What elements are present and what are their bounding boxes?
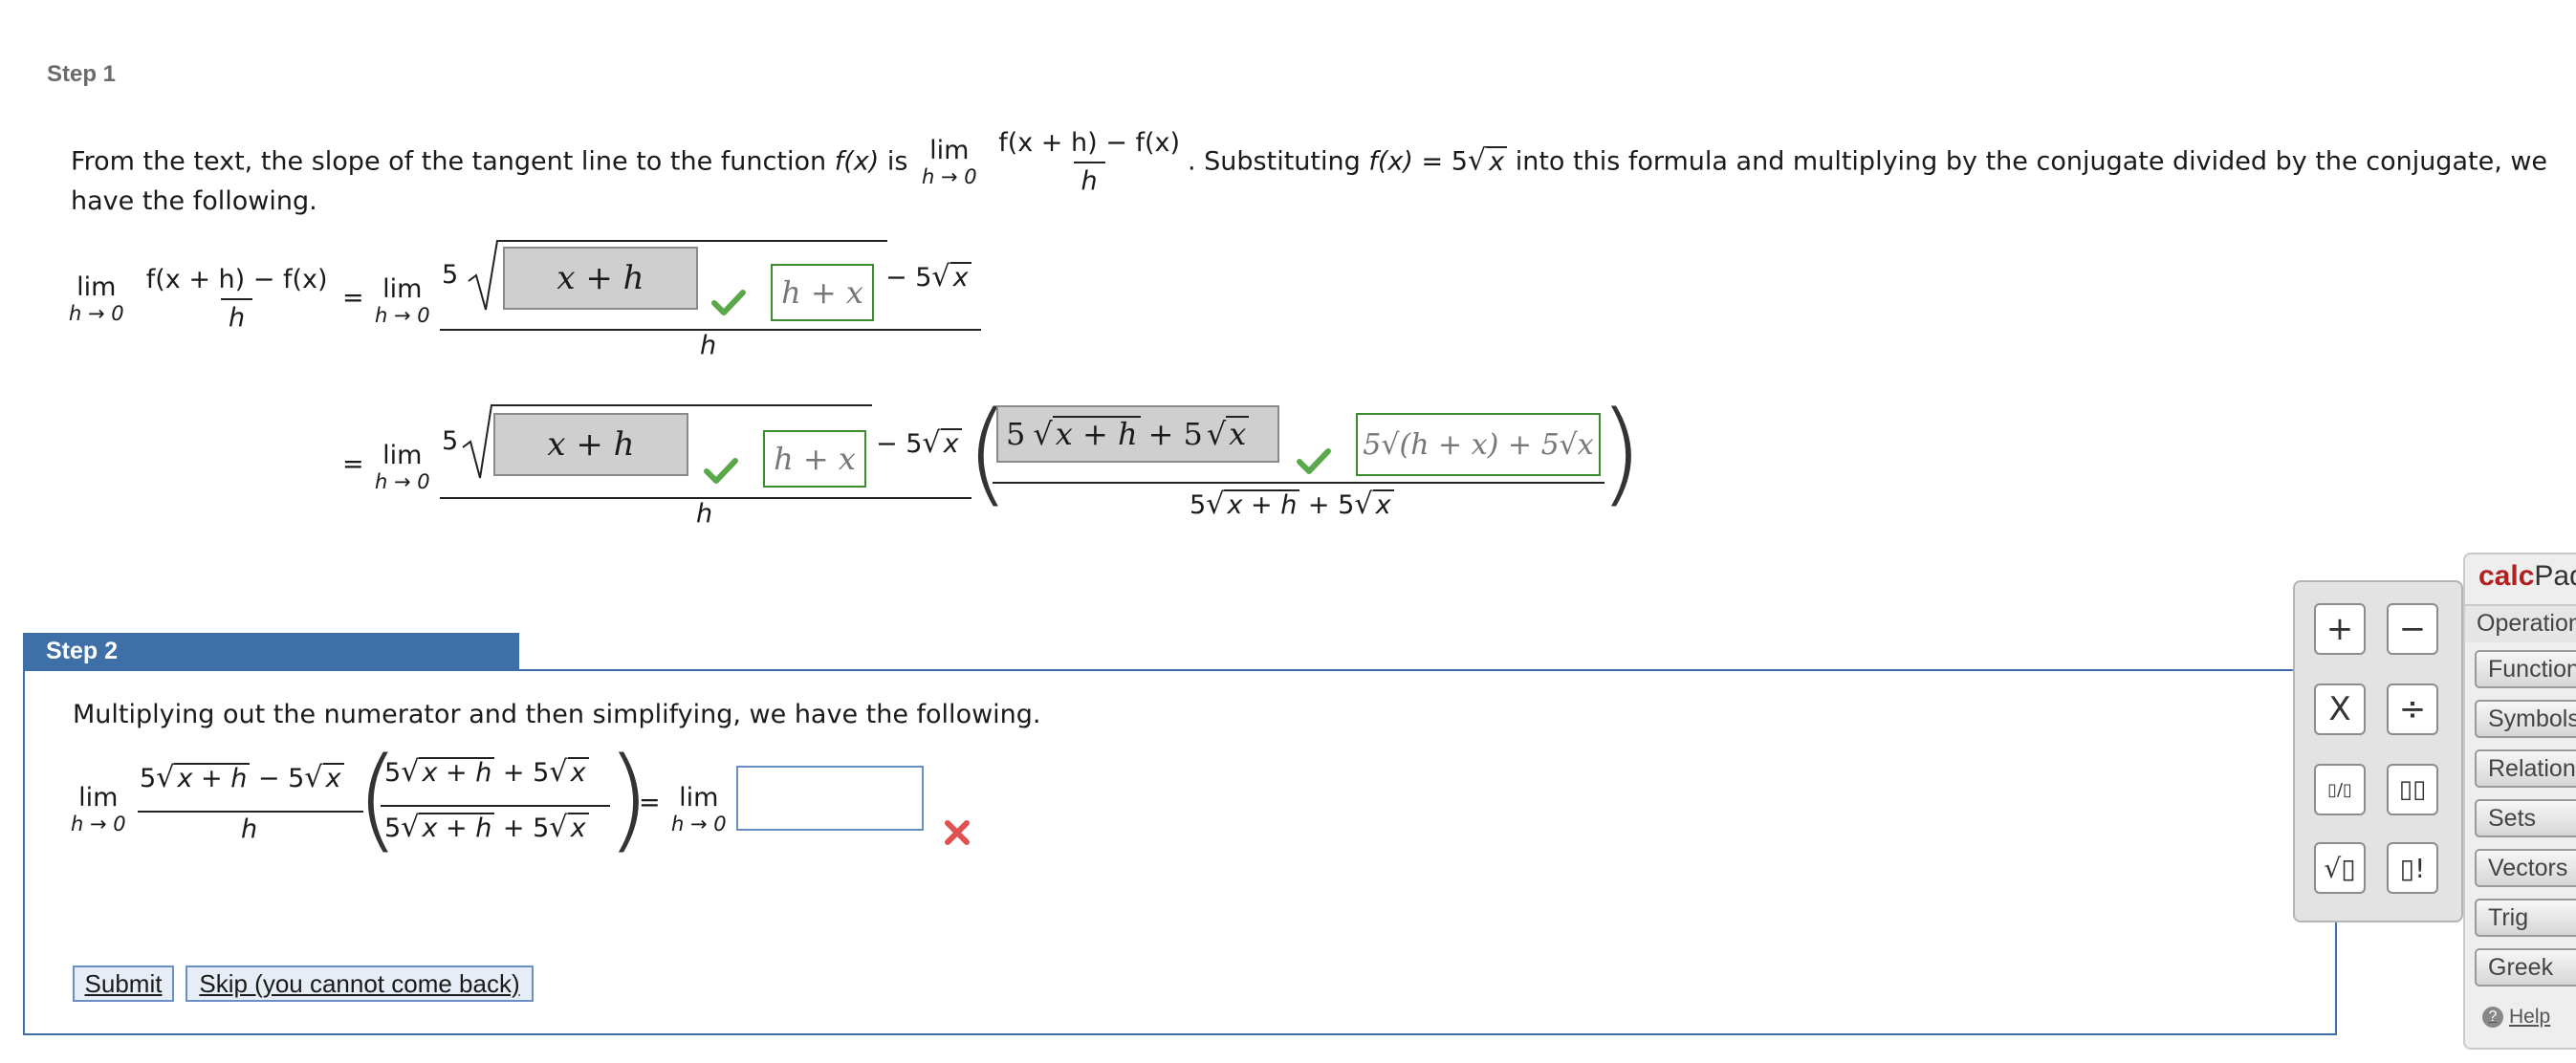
eq2-coef: 5 bbox=[442, 426, 459, 456]
calcpad-tab-functions[interactable]: Functions bbox=[2475, 650, 2576, 688]
eq2-entered-answer: h + x bbox=[763, 430, 866, 488]
right-paren: ) bbox=[1599, 386, 1644, 518]
eq1-minus-term: − 5√ x bbox=[885, 260, 971, 293]
calcpad-tab-greek[interactable]: Greek bbox=[2475, 948, 2576, 987]
eq1-entered-answer: h + x bbox=[771, 264, 874, 321]
step2-denominator: h bbox=[241, 814, 258, 844]
step2-rhs-limit: lim h → 0 bbox=[671, 783, 727, 836]
eq1-coef: 5 bbox=[442, 260, 459, 290]
calcpad-tab-trig[interactable]: Trig bbox=[2475, 899, 2576, 937]
eq2-denominator: h bbox=[696, 499, 713, 529]
eq1-equals: = bbox=[342, 283, 364, 313]
minus-key[interactable]: − bbox=[2387, 603, 2438, 655]
difference-quotient: f(x + h) − f(x) h bbox=[145, 265, 328, 333]
difference-quotient: f(x + h) − f(x) h bbox=[998, 128, 1180, 196]
intro-text-is: is bbox=[879, 146, 916, 177]
step2-instruction: Multiplying out the numerator and then s… bbox=[73, 700, 1041, 729]
math-keypad: + − X ÷ ▯/▯ ▯▯ √▯ ▯! bbox=[2293, 580, 2463, 922]
function-fx: f(x) bbox=[834, 146, 880, 177]
calcpad-tab-operations[interactable]: Operations bbox=[2465, 604, 2576, 642]
factorial-key[interactable]: ▯! bbox=[2387, 842, 2438, 894]
submit-button[interactable]: Submit bbox=[73, 965, 174, 1002]
step1-label: Step 1 bbox=[47, 61, 117, 87]
step1-intro: From the text, the slope of the tangent … bbox=[71, 128, 2548, 196]
eq2-minus-term: − 5√ x bbox=[876, 426, 962, 460]
limit-symbol: lim h → 0 bbox=[921, 136, 977, 189]
conjugate-fraction-bar bbox=[993, 482, 1605, 484]
calcpad-panel: calcPad Operations Functions Symbols Rel… bbox=[2463, 553, 2576, 1050]
eq1-denominator: h bbox=[700, 331, 717, 360]
step2-conj-fraction-bar bbox=[381, 805, 610, 807]
eq2-answer-box[interactable]: x + h bbox=[493, 413, 688, 476]
calcpad-logo: calcPad bbox=[2478, 560, 2576, 592]
eq1-limit: lim h → 0 bbox=[375, 274, 430, 328]
step2-fraction-bar bbox=[138, 811, 363, 813]
fraction-key[interactable]: ▯/▯ bbox=[2314, 764, 2366, 815]
divide-key[interactable]: ÷ bbox=[2387, 683, 2438, 735]
calcpad-tab-sets[interactable]: Sets bbox=[2475, 799, 2576, 837]
calcpad-help-link[interactable]: ? Help bbox=[2482, 1006, 2550, 1029]
eq1-lhs: lim h → 0 f(x + h) − f(x) h bbox=[69, 264, 336, 335]
step2-numerator: 5√ x + h − 5√ x bbox=[140, 761, 344, 794]
eq2-equals: = bbox=[342, 449, 364, 479]
equals-five: = 5 bbox=[1412, 146, 1468, 177]
conjugate-answer-box[interactable]: 5 √ x + h + 5 √ x bbox=[996, 405, 1279, 463]
intro-line-2: have the following. bbox=[71, 186, 317, 216]
check-icon bbox=[704, 458, 738, 484]
multiply-key[interactable]: X bbox=[2314, 683, 2366, 735]
intro-text-3: into this formula and multiplying by the… bbox=[1507, 146, 2548, 177]
exponent-key[interactable]: ▯▯ bbox=[2387, 764, 2438, 815]
incorrect-x-icon bbox=[945, 820, 970, 845]
step2-equals: = bbox=[639, 788, 661, 817]
calcpad-tab-vectors[interactable]: Vectors bbox=[2475, 849, 2576, 887]
help-icon: ? bbox=[2482, 1007, 2503, 1028]
skip-button[interactable]: Skip (you cannot come back) bbox=[186, 965, 534, 1002]
step2-answer-input[interactable] bbox=[736, 766, 924, 831]
conjugate-denominator: 5√ x + h + 5√ x bbox=[1190, 488, 1394, 521]
step2-limit: lim h → 0 bbox=[71, 783, 126, 836]
limit-symbol: lim h → 0 bbox=[69, 272, 124, 326]
step2-conj-numerator: 5√ x + h + 5√ x bbox=[384, 755, 589, 789]
conjugate-entered-answer: 5√(h + x) + 5√x bbox=[1356, 413, 1601, 476]
sqrt-x: x bbox=[1486, 145, 1508, 177]
check-icon bbox=[1297, 448, 1331, 474]
calcpad-tab-symbols[interactable]: Symbols bbox=[2475, 700, 2576, 738]
sqrt-key[interactable]: √▯ bbox=[2314, 842, 2366, 894]
intro-text-1: From the text, the slope of the tangent … bbox=[71, 146, 835, 177]
step2-label: Step 2 bbox=[23, 633, 519, 669]
function-definition: f(x) bbox=[1368, 146, 1413, 177]
step2-conj-denominator: 5√ x + h + 5√ x bbox=[384, 811, 589, 844]
plus-key[interactable]: + bbox=[2314, 603, 2366, 655]
calcpad-tab-relations[interactable]: Relations bbox=[2475, 749, 2576, 788]
check-icon bbox=[711, 290, 746, 315]
intro-text-2: . Substituting bbox=[1188, 146, 1369, 177]
eq1-answer-box[interactable]: x + h bbox=[503, 247, 698, 310]
eq2-limit: lim h → 0 bbox=[375, 441, 430, 494]
